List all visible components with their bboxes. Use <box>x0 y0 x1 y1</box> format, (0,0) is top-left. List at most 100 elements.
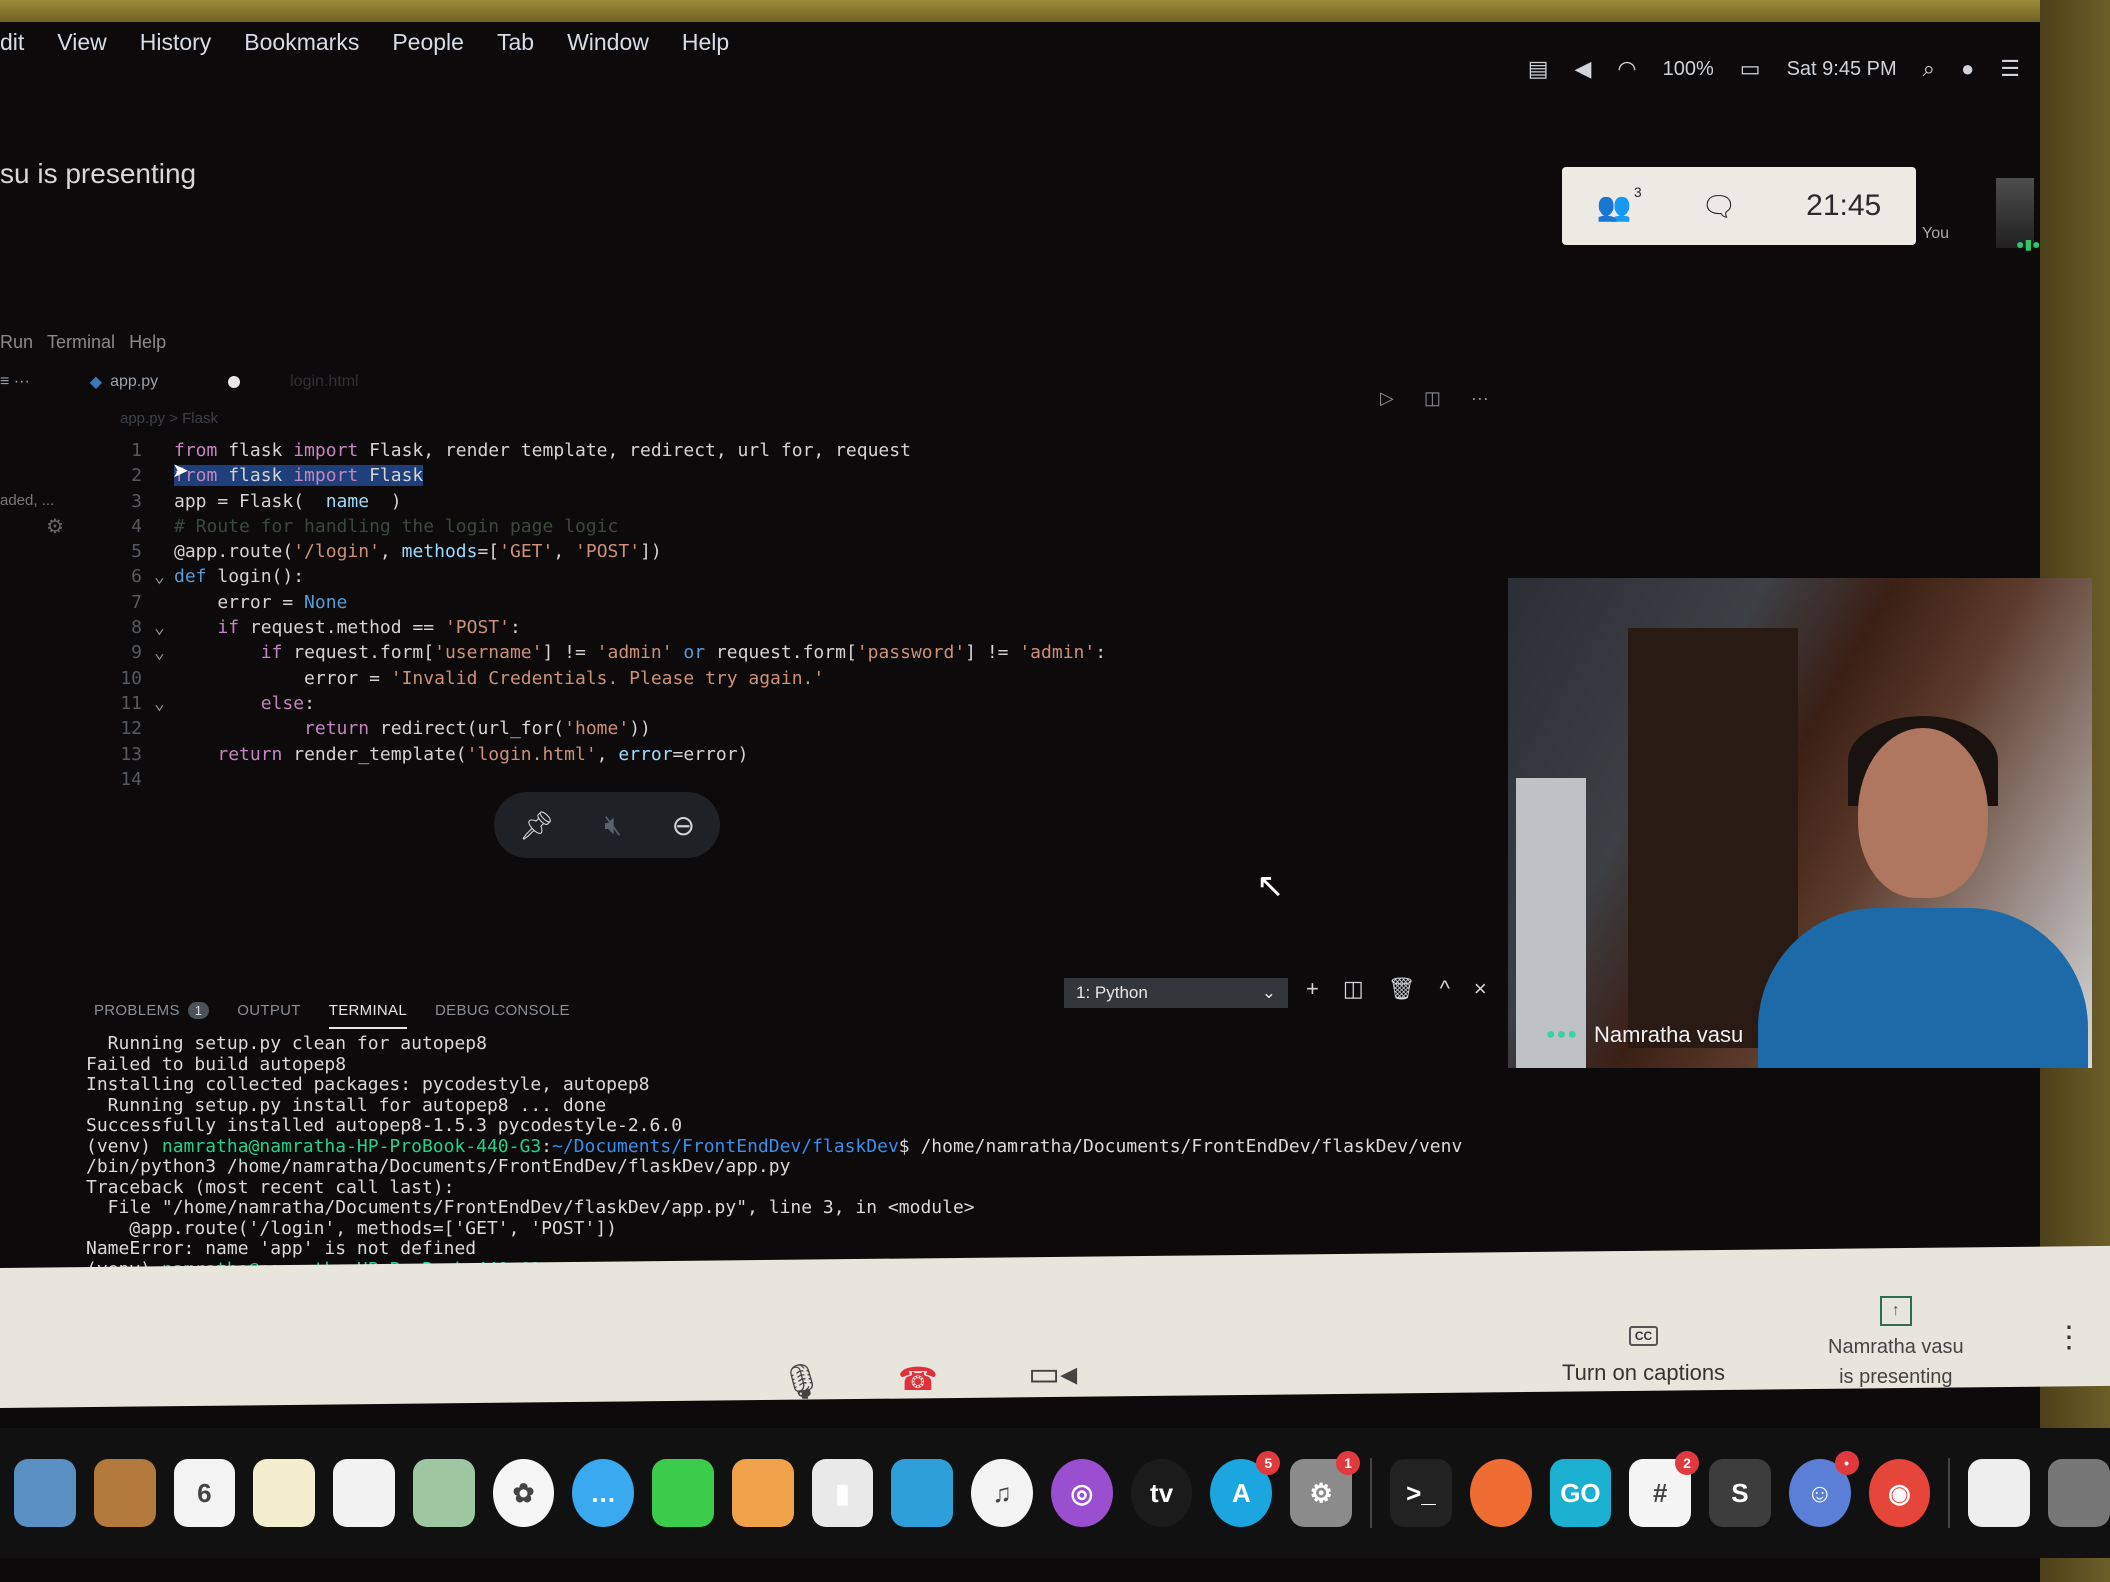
microphone-icon[interactable]: 🎙︎ <box>780 1362 823 1402</box>
code-line[interactable]: 4 # Route for handling the login page log… <box>110 514 1106 539</box>
gear-icon[interactable]: ⚙ <box>46 514 64 539</box>
captions-button[interactable]: CC Turn on captions <box>1562 1320 1725 1386</box>
menu-bookmarks[interactable]: Bookmarks <box>244 29 359 56</box>
search-icon[interactable]: ⌕ <box>1923 56 1935 82</box>
code-line[interactable]: 1 from flask import Flask, render templat… <box>110 438 1106 463</box>
close-panel-icon[interactable]: × <box>1474 976 1487 1002</box>
participants-button[interactable]: 👥 3 <box>1597 184 1642 223</box>
code-editor[interactable]: 1 from flask import Flask, render templat… <box>110 438 1106 792</box>
tab-output[interactable]: OUTPUT <box>237 1002 300 1019</box>
presenting-button[interactable]: ↑ Namratha vasu is presenting <box>1828 1294 1964 1392</box>
dock-keynote[interactable] <box>891 1459 954 1527</box>
unsaved-dot-icon[interactable] <box>228 376 241 388</box>
code-line[interactable]: 8 ⌄ if request.method == 'POST': <box>110 615 1106 640</box>
dock-chrome[interactable]: ◉ <box>1868 1459 1931 1527</box>
fold-gutter <box>154 767 174 792</box>
new-terminal-icon[interactable]: + <box>1306 976 1319 1002</box>
split-editor-icon[interactable]: ◫ <box>1424 388 1441 409</box>
code-line[interactable]: 6 ⌄ def login(): <box>110 564 1106 589</box>
tab-problems[interactable]: PROBLEMS 1 <box>94 1002 210 1019</box>
dock-maps[interactable] <box>412 1459 475 1527</box>
dock-documents[interactable] <box>1968 1459 2031 1527</box>
hang-up-icon[interactable]: ☎︎ <box>898 1360 938 1398</box>
explorer-icon[interactable]: ≡ ··· <box>0 373 30 391</box>
line-number: 13 <box>120 743 142 765</box>
tab-login-html[interactable]: login.html <box>290 373 358 391</box>
vscode-menu-run[interactable]: Run <box>0 332 33 353</box>
code-line[interactable]: 14 <box>110 767 1106 792</box>
code-line[interactable]: 13 return render_template('login.html', … <box>110 742 1106 767</box>
dock-notes[interactable] <box>253 1459 316 1527</box>
dock-reminders[interactable] <box>333 1459 395 1527</box>
code-line[interactable]: 10 error = 'Invalid Credentials. Please … <box>110 666 1106 691</box>
clipboard-icon[interactable]: ▤ <box>1528 56 1549 82</box>
code-line[interactable]: 9 ⌄ if request.form['username'] != 'admin… <box>110 640 1106 665</box>
split-terminal-icon[interactable]: ◫ <box>1343 976 1364 1002</box>
menu-history[interactable]: History <box>140 29 212 56</box>
fold-chevron-icon[interactable]: ⌄ <box>154 691 174 716</box>
remove-icon[interactable]: ⊖ <box>672 809 695 842</box>
menu-view[interactable]: View <box>57 29 106 56</box>
code-line[interactable]: 3 app = Flask( name ) <box>110 489 1106 514</box>
code-line[interactable]: 7 error = None <box>110 590 1106 615</box>
dock-preview[interactable] <box>14 1459 76 1527</box>
dock-numbers[interactable]: ▮ <box>811 1459 874 1527</box>
tab-app-py[interactable]: app.py <box>110 373 158 391</box>
menu-tab[interactable]: Tab <box>497 29 534 56</box>
menu-help[interactable]: Help <box>682 29 729 56</box>
more-options-icon[interactable]: ⋮ <box>2054 1320 2084 1355</box>
code-line[interactable]: 11 ⌄ else: <box>110 691 1106 716</box>
dock-contacts[interactable] <box>93 1459 156 1527</box>
dock-facetime[interactable] <box>652 1459 714 1527</box>
tab-debug-console[interactable]: DEBUG CONSOLE <box>435 1002 570 1019</box>
fold-chevron-icon[interactable]: ⌄ <box>154 564 174 589</box>
volume-icon[interactable]: ◀ <box>1575 56 1592 82</box>
pin-icon[interactable]: 📌︎ <box>519 809 555 842</box>
fold-gutter <box>154 666 174 691</box>
user-avatar-icon[interactable]: ● <box>1961 56 1974 82</box>
camera-icon[interactable]: ▭◂ <box>1028 1354 1077 1394</box>
maximize-panel-icon[interactable]: ^ <box>1440 976 1450 1002</box>
menu-people[interactable]: People <box>392 29 464 56</box>
terminal-select[interactable]: 1: Python ⌄ <box>1064 978 1288 1008</box>
tab-terminal[interactable]: TERMINAL <box>328 1002 408 1029</box>
fold-chevron-icon[interactable]: ⌄ <box>154 615 174 640</box>
terminal-output[interactable]: Running setup.py clean for autopep8 Faile… <box>86 1033 1462 1280</box>
dock-system-preferences[interactable]: ⚙ 1 <box>1290 1451 1361 1527</box>
dock-terminal[interactable]: >_ <box>1390 1459 1452 1527</box>
breadcrumb[interactable]: app.py > Flask <box>120 410 218 427</box>
dock-sublime-text[interactable]: S <box>1709 1459 1771 1527</box>
dock-trash[interactable] <box>2048 1459 2110 1527</box>
menubar-clock[interactable]: Sat 9:45 PM <box>1787 58 1897 81</box>
menu-window[interactable]: Window <box>567 29 649 56</box>
more-actions-icon[interactable]: ··· <box>1471 388 1489 409</box>
menu-dit[interactable]: dit <box>0 29 24 56</box>
run-icon[interactable]: ▷ <box>1380 388 1394 409</box>
dock-postman[interactable] <box>1469 1459 1532 1527</box>
vscode-menu-terminal[interactable]: Terminal <box>47 332 115 353</box>
list-icon[interactable]: ☰ <box>2000 56 2020 82</box>
dock-app-store[interactable]: A5 <box>1210 1451 1281 1527</box>
trash-icon[interactable]: 🗑︎ <box>1388 976 1416 1002</box>
chat-icon[interactable]: 🗨 <box>1701 190 1737 223</box>
code-line[interactable]: 12 return redirect(url_for('home')) <box>110 716 1106 741</box>
dock-pages[interactable] <box>731 1459 794 1527</box>
wifi-icon[interactable]: ◠ <box>1617 56 1636 82</box>
line-number: 6 <box>131 566 142 588</box>
dock-apple-tv[interactable]: tv <box>1130 1459 1193 1527</box>
dock-calendar[interactable]: 6 <box>173 1459 236 1527</box>
dock-photos[interactable]: ✿ <box>492 1459 555 1527</box>
code-line[interactable]: 2 from flask import Flask <box>110 463 1106 488</box>
code-line[interactable]: 5 @app.route('/login', methods=['GET', 'P… <box>110 539 1106 564</box>
dock-music[interactable]: ♫ <box>971 1459 1033 1527</box>
dock-slack[interactable]: #2 <box>1629 1451 1700 1527</box>
battery-charging-icon[interactable]: ▭ <box>1740 56 1761 82</box>
mute-icon[interactable]: 🔇︎ <box>604 809 622 842</box>
dock-goland[interactable]: GO <box>1549 1459 1612 1527</box>
participant-video[interactable] <box>1508 578 2092 1068</box>
vscode-menu-help[interactable]: Help <box>129 332 166 353</box>
dock-messages[interactable]: … <box>572 1459 635 1527</box>
fold-chevron-icon[interactable]: ⌄ <box>154 640 174 665</box>
dock-discord[interactable]: ☺ • <box>1788 1451 1859 1527</box>
dock-podcasts[interactable]: ◎ <box>1050 1459 1113 1527</box>
